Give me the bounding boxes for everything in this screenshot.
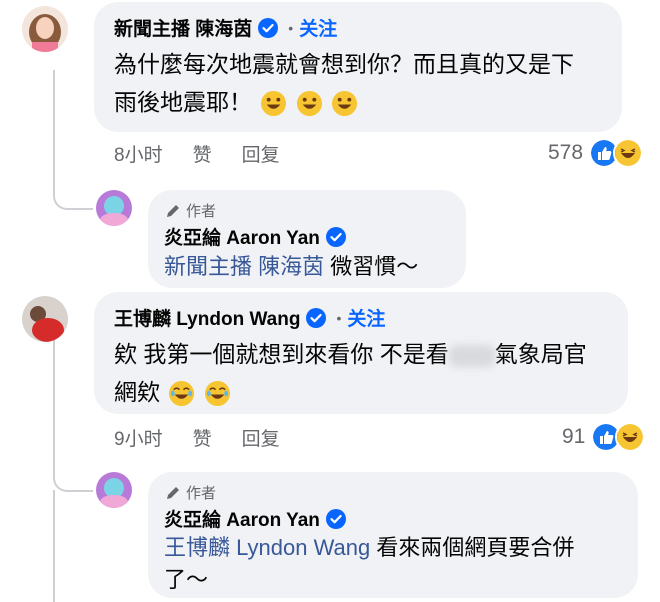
blurred-text: 中央	[448, 344, 495, 367]
verified-badge-icon	[306, 307, 327, 328]
reply-connector	[53, 440, 93, 492]
joy-emoji-icon	[204, 381, 230, 407]
reaction-summary[interactable]: 91	[562, 422, 646, 452]
verified-badge-icon	[325, 508, 346, 529]
mention-link[interactable]: 新聞主播 陳海茵	[164, 254, 324, 279]
commenter-name[interactable]: 炎亞綸 Aaron Yan	[164, 223, 320, 250]
verified-badge-icon	[258, 17, 279, 38]
reply-connector	[53, 160, 93, 210]
pencil-icon	[167, 486, 179, 499]
reaction-count: 91	[562, 425, 586, 448]
mention-link[interactable]: 王博麟 Lyndon Wang	[164, 535, 370, 560]
verified-badge-icon	[325, 226, 346, 247]
author-tag: 作者	[164, 482, 622, 503]
reply-bubble: 作者 炎亞綸 Aaron Yan 王博麟 Lyndon Wang 看來兩個網頁要…	[148, 472, 638, 598]
reply-bubble: 作者 炎亞綸 Aaron Yan 新聞主播 陳海茵 微習慣～	[148, 190, 466, 288]
timestamp[interactable]: 9小时	[114, 424, 163, 451]
like-button[interactable]: 赞	[193, 140, 212, 167]
avatar[interactable]	[22, 6, 68, 52]
timestamp[interactable]: 8小时	[114, 140, 163, 167]
comment-text: 欸 我第一個就想到來看你 不是看中央氣象局官 網欸	[114, 335, 608, 411]
commenter-name[interactable]: 炎亞綸 Aaron Yan	[164, 505, 320, 532]
reply-button[interactable]: 回复	[242, 424, 280, 451]
author-avatar[interactable]	[96, 472, 132, 508]
rofl-emoji-icon	[296, 91, 322, 117]
haha-reaction-icon	[615, 422, 646, 452]
separator-dot: •	[336, 309, 342, 326]
rofl-emoji-icon	[332, 91, 358, 117]
reply-text: 王博麟 Lyndon Wang 看來兩個網頁要合併 了～	[164, 535, 575, 592]
reply-text: 新聞主播 陳海茵 微習慣～	[164, 254, 419, 279]
comment-actions: 8小时 赞 回复	[114, 140, 310, 167]
commenter-name[interactable]: 新聞主播 陳海茵	[114, 14, 252, 41]
comment-text: 為什麼每次地震就會想到你？而且真的又是下 雨後地震耶！	[114, 45, 602, 121]
author-avatar[interactable]	[96, 190, 132, 226]
pencil-icon	[167, 204, 179, 217]
avatar[interactable]	[22, 296, 68, 342]
reaction-summary[interactable]: 578	[548, 138, 644, 168]
like-button[interactable]: 赞	[193, 424, 212, 451]
rofl-emoji-icon	[261, 91, 287, 117]
haha-reaction-icon	[613, 138, 644, 168]
comment-actions: 9小时 赞 回复	[114, 424, 310, 451]
comment-bubble: 新聞主播 陳海茵 • 关注 為什麼每次地震就會想到你？而且真的又是下 雨後地震耶…	[94, 2, 622, 132]
separator-dot: •	[288, 19, 294, 36]
author-tag: 作者	[164, 200, 450, 221]
commenter-name[interactable]: 王博麟 Lyndon Wang	[114, 304, 300, 331]
thread-line	[53, 490, 55, 602]
follow-button[interactable]: 关注	[299, 14, 337, 41]
reaction-count: 578	[548, 141, 584, 164]
follow-button[interactable]: 关注	[347, 304, 385, 331]
reply-button[interactable]: 回复	[242, 140, 280, 167]
joy-emoji-icon	[169, 381, 195, 407]
comment-bubble: 王博麟 Lyndon Wang • 关注 欸 我第一個就想到來看你 不是看中央氣…	[94, 292, 628, 414]
